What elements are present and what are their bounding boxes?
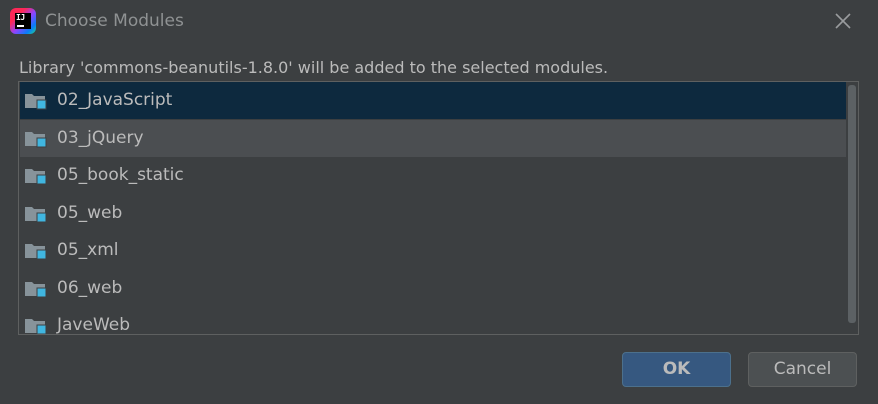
- module-label: JaveWeb: [57, 315, 131, 335]
- close-icon[interactable]: [833, 11, 853, 31]
- module-list-item[interactable]: 06_web: [20, 270, 846, 307]
- module-folder-icon: [24, 242, 48, 260]
- intellij-app-icon: IJ: [10, 8, 36, 34]
- module-folder-icon: [24, 205, 48, 223]
- module-label: 02_JavaScript: [57, 90, 173, 110]
- ok-button[interactable]: OK: [622, 352, 731, 387]
- module-label: 05_web: [57, 202, 123, 223]
- module-folder-icon: [24, 280, 48, 298]
- module-list[interactable]: 02_JavaScript 03_jQuery 05_book_static 05_w…: [18, 81, 859, 335]
- title-bar[interactable]: IJ Choose Modules: [0, 0, 878, 44]
- module-folder-icon: [24, 317, 48, 334]
- module-folder-icon: [24, 167, 48, 185]
- module-list-item[interactable]: JaveWeb: [20, 307, 846, 335]
- dialog-title: Choose Modules: [45, 11, 184, 31]
- module-label: 05_book_static: [57, 165, 184, 185]
- vertical-scrollbar[interactable]: [846, 83, 858, 334]
- cancel-button[interactable]: Cancel: [748, 352, 857, 387]
- choose-modules-dialog: IJ Choose Modules Library 'commons-beanu…: [0, 0, 878, 404]
- module-folder-icon: [24, 130, 48, 148]
- module-list-item[interactable]: 05_web: [20, 195, 846, 232]
- module-label: 05_xml: [57, 240, 119, 260]
- module-label: 06_web: [57, 277, 123, 298]
- module-list-item[interactable]: 05_xml: [20, 232, 846, 269]
- module-list-item[interactable]: 05_book_static: [20, 157, 846, 194]
- module-list-item[interactable]: 02_JavaScript: [20, 82, 846, 119]
- app-icon-text: IJ: [16, 13, 25, 22]
- module-label: 03_jQuery: [57, 127, 144, 148]
- info-message: Library 'commons-beanutils-1.8.0' will b…: [19, 58, 609, 77]
- scrollbar-thumb[interactable]: [848, 85, 856, 323]
- module-folder-icon: [24, 92, 48, 110]
- module-list-item[interactable]: 03_jQuery: [20, 119, 846, 157]
